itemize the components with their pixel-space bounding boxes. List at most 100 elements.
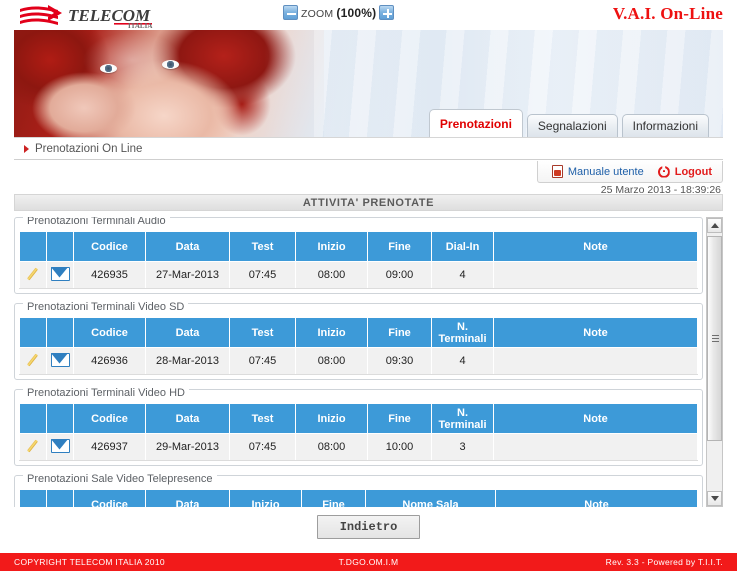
zoom-text: ZOOM <box>301 7 334 20</box>
column-header: Codice <box>73 489 146 507</box>
table-cell: 09:30 <box>367 347 432 375</box>
column-header: Data <box>145 231 230 262</box>
column-header <box>19 403 47 434</box>
column-header: Test <box>229 403 296 434</box>
main-tabs: Prenotazioni Segnalazioni Informazioni <box>428 109 709 137</box>
table-cell: 07:45 <box>229 347 296 375</box>
column-header: Fine <box>367 317 432 348</box>
datetime-label: 25 Marzo 2013 - 18:39:26 <box>600 184 721 196</box>
mail-cell[interactable] <box>46 347 74 375</box>
table-row[interactable]: 426935 27-Mar-2013 07:45 08:00 09:00 4 <box>19 261 698 289</box>
column-header: Dial-In <box>431 231 494 262</box>
column-header <box>19 489 47 507</box>
table-cell: 4 <box>431 347 494 375</box>
grip-icon <box>712 334 719 343</box>
section-legend: Prenotazioni Terminali Video HD <box>23 387 189 399</box>
scroll-up-button[interactable] <box>707 218 722 233</box>
column-header: Codice <box>73 317 146 348</box>
pencil-icon[interactable] <box>26 439 40 453</box>
table-cell: 08:00 <box>295 433 368 461</box>
table-cell: 426937 <box>73 433 146 461</box>
table-cell: 27-Mar-2013 <box>145 261 230 289</box>
manual-link[interactable]: Manuale utente <box>551 165 644 178</box>
column-header: Test <box>229 317 296 348</box>
column-header: Inizio <box>295 403 368 434</box>
table-cell: 28-Mar-2013 <box>145 347 230 375</box>
table-row[interactable]: 426936 28-Mar-2013 07:45 08:00 09:30 4 <box>19 347 698 375</box>
mail-cell[interactable] <box>46 433 74 461</box>
section-legend: Prenotazioni Terminali Video SD <box>23 301 189 313</box>
column-header: N. Terminali <box>431 317 494 348</box>
app-title: V.A.I. On-Line <box>612 4 723 23</box>
table-cell: 3 <box>431 433 494 461</box>
top-bar: TELECOM ITALIA ZOOM (100%) V.A.I. On-Lin… <box>0 0 737 30</box>
envelope-icon[interactable] <box>50 352 70 367</box>
action-row: Indietro <box>0 515 737 539</box>
content-panel: Prenotazioni Terminali Audio Codice Data Te… <box>14 217 703 507</box>
section-4: Prenotazioni Sale Video Telepresence Codi… <box>14 473 703 507</box>
tab-prenotazioni-label: Prenotazioni <box>439 117 512 131</box>
zoom-out-button[interactable] <box>283 5 298 20</box>
table-header-row: Codice Data Test Inizio Fine Dial-In Note <box>19 231 698 262</box>
zoom-in-button[interactable] <box>379 5 395 20</box>
column-header: Fine <box>367 403 432 434</box>
table-cell <box>493 347 698 375</box>
table-cell: 09:00 <box>367 261 432 289</box>
column-header <box>46 317 74 348</box>
page-root: TELECOM ITALIA ZOOM (100%) V.A.I. On-Lin… <box>0 0 737 571</box>
table-cell <box>493 433 698 461</box>
column-header <box>46 489 74 507</box>
section-2: Prenotazioni Terminali Video SD Codice Dat… <box>14 301 703 380</box>
column-header: Data <box>145 317 230 348</box>
tab-informazioni[interactable]: Informazioni <box>621 114 709 137</box>
pdf-icon <box>551 165 563 178</box>
edit-cell[interactable] <box>19 347 47 375</box>
scroll-down-button[interactable] <box>707 491 722 506</box>
table-cell: 29-Mar-2013 <box>145 433 230 461</box>
back-button[interactable]: Indietro <box>316 515 421 539</box>
zoom-control: ZOOM (100%) <box>283 5 395 20</box>
column-header: Note <box>495 489 698 507</box>
column-header <box>19 317 47 348</box>
zoom-percent: (100%) <box>336 5 377 20</box>
table-cell <box>493 261 698 289</box>
tab-segnalazioni-label: Segnalazioni <box>537 119 607 133</box>
column-header: N. Terminali <box>431 403 494 434</box>
scrollbar-thumb[interactable] <box>707 236 722 441</box>
edit-cell[interactable] <box>19 261 47 289</box>
edit-cell[interactable] <box>19 433 47 461</box>
envelope-icon[interactable] <box>50 438 70 453</box>
banner-photo-detail <box>100 64 117 73</box>
hero-banner: Prenotazioni Segnalazioni Informazioni <box>14 30 723 138</box>
breadcrumb-arrow-icon <box>24 144 29 153</box>
column-header: Codice <box>73 231 146 262</box>
envelope-icon[interactable] <box>50 266 70 281</box>
tab-prenotazioni[interactable]: Prenotazioni <box>428 109 523 137</box>
table-cell: 07:45 <box>229 261 296 289</box>
table-header-row: Codice Data Inizio Fine Nome Sala Note <box>19 489 698 507</box>
vertical-scrollbar[interactable] <box>706 217 723 507</box>
table-header-row: Codice Data Test Inizio Fine N. Terminali Note <box>19 317 698 348</box>
section-legend: Prenotazioni Terminali Audio <box>23 217 170 227</box>
section-3: Prenotazioni Terminali Video HD Codice Dat… <box>14 387 703 466</box>
table-cell: 08:00 <box>295 347 368 375</box>
pencil-icon[interactable] <box>26 267 40 281</box>
column-header <box>46 403 74 434</box>
pencil-icon[interactable] <box>26 353 40 367</box>
column-header: Fine <box>367 231 432 262</box>
banner-photo-detail <box>162 60 179 69</box>
logout-button[interactable]: Logout <box>657 165 712 178</box>
chevron-down-icon <box>710 496 719 501</box>
column-header: Note <box>493 317 698 348</box>
tab-segnalazioni[interactable]: Segnalazioni <box>526 114 618 137</box>
footer-revision: Rev. 3.3 - Powered by T.I.I.T. <box>605 557 723 567</box>
section-legend: Prenotazioni Sale Video Telepresence <box>23 473 217 485</box>
mail-cell[interactable] <box>46 261 74 289</box>
reservations-table: Codice Data Test Inizio Fine Dial-In Note 42693… <box>19 231 698 289</box>
breadcrumb-label[interactable]: Prenotazioni On Line <box>35 143 142 155</box>
table-row[interactable]: 426937 29-Mar-2013 07:45 08:00 10:00 3 <box>19 433 698 461</box>
table-cell: 07:45 <box>229 433 296 461</box>
reservations-table: Codice Data Test Inizio Fine N. Terminali Note 4… <box>19 317 698 375</box>
reservations-table: Codice Data Inizio Fine Nome Sala Note <box>19 489 698 507</box>
manual-label: Manuale utente <box>567 165 644 178</box>
